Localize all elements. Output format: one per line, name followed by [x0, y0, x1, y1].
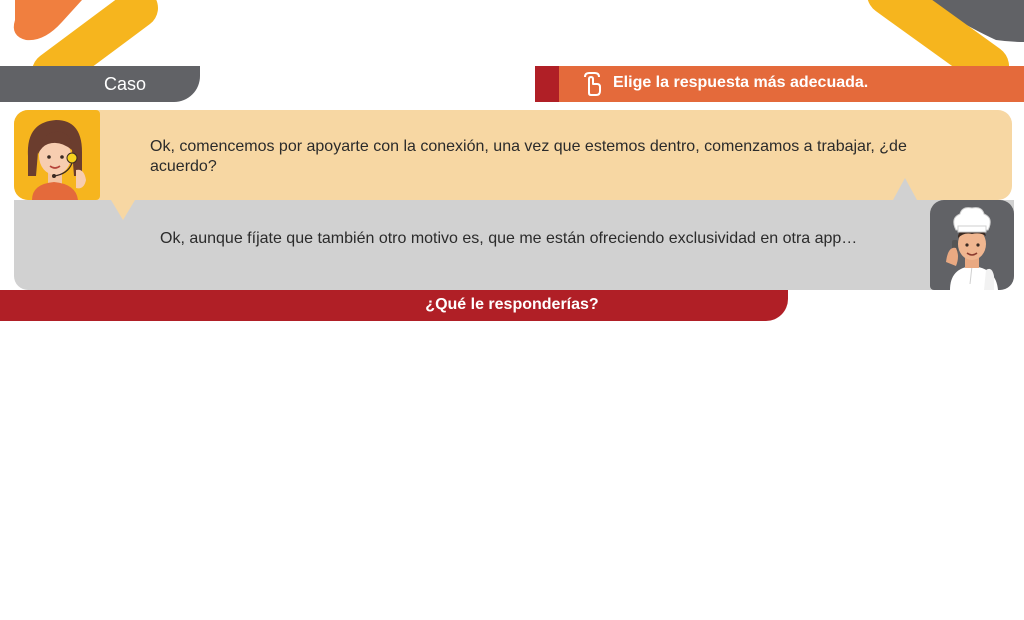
agent-illustration-icon [27, 120, 86, 200]
instruction-label: Elige la respuesta más adecuada. [613, 74, 869, 91]
agent-message-text: Ok, comencemos por apoyarte con la conex… [150, 138, 907, 175]
chef-phone-avatar [930, 200, 1014, 290]
instruction-accent [535, 66, 559, 102]
customer-message-bubble: Ok, aunque fíjate que también otro motiv… [14, 200, 1014, 290]
tap-finger-icon [584, 72, 601, 96]
caso-tab: Caso [0, 66, 200, 102]
question-label: ¿Qué le responderías? [425, 296, 599, 313]
agent-message-bubble: Ok, comencemos por apoyarte con la conex… [14, 110, 1012, 200]
chef-illustration-icon [946, 207, 998, 290]
caso-label: Caso [104, 74, 147, 94]
agent-headset-avatar [14, 110, 100, 200]
customer-bubble-tail [893, 178, 917, 200]
customer-message-text: Ok, aunque fíjate que también otro motiv… [160, 230, 858, 247]
question-container: ¿Qué le responderías? [0, 290, 1024, 321]
agent-bubble-tail [111, 200, 135, 220]
instruction-banner: Elige la respuesta más adecuada. [559, 66, 1024, 102]
